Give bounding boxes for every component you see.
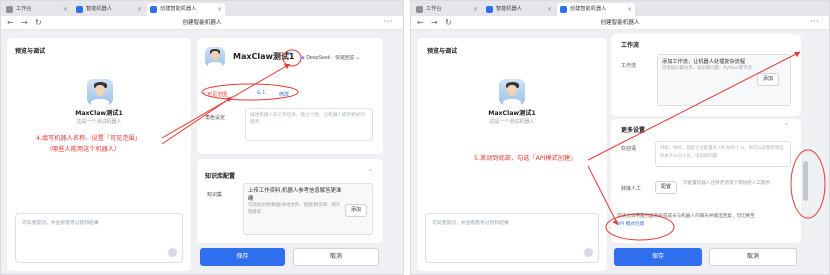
preview-bot-desc: 这是一个测试机器人 [489,119,535,125]
bot-avatar [499,79,525,105]
kb-add-button[interactable]: 添加 [345,204,367,217]
workbench-favicon-icon [416,6,423,13]
close-icon[interactable]: × [627,3,632,16]
close-icon[interactable]: × [473,3,478,16]
send-icon[interactable] [584,248,593,257]
tab-bar: 工作台 × 智能机器人 × 创建智能机器人 × [411,1,829,16]
send-icon[interactable] [168,248,177,257]
tab-create-robot[interactable]: 创建智能机器人 × [147,3,225,16]
save-button[interactable]: 保存 [614,248,702,266]
right-browser-window: 工作台 × 智能机器人 × 创建智能机器人 × ← → ↻ 创建智能机器人 ··… [410,0,830,275]
workbench-favicon-icon [6,6,13,13]
tab-smart-robot[interactable]: 智能机器人 × [483,3,555,16]
annotation-step5: 5.滚动到底部，勾选「API模式创建」 [474,155,577,162]
close-icon[interactable]: × [137,3,142,16]
annotation-step4-sub: （哪些人能用这个机器人） [46,146,121,153]
config-bot-avatar[interactable] [205,47,225,67]
close-icon[interactable]: × [547,3,552,16]
tab-create-robot[interactable]: 创建智能机器人 × [557,3,635,16]
robot-favicon-icon [560,6,567,13]
chat-placeholder: 可向我提问，并查看思考过程和结果 [432,221,509,226]
preview-bot-desc: 这是一个测试机器人 [76,119,122,125]
bot-name-input[interactable]: MaxClaw测试1 [233,51,295,62]
visibility-value: & 1 [257,91,266,96]
transfer-label: 转接人工 [621,186,642,192]
page-title: 创建智能机器人 [182,20,222,26]
workflow-title: 工作流 [621,42,640,49]
visibility-modify-link[interactable]: 修改 [279,91,289,98]
tab-bar: 工作台 × 智能机器人 × 创建智能机器人 × [1,1,403,16]
workflow-label: 工作流 [621,63,637,69]
collapse-icon[interactable]: ⌃ [368,169,373,176]
more-icon[interactable]: ··· [384,16,393,28]
more-settings-title: 更多设置 [621,127,646,134]
workflow-panel: 工作流 工作流 添加工作流，让机器人处理复杂流程 可添加问题分步、知识库问题、P… [611,34,801,116]
annotation-step4: 4.填写机器人名称、设置「可见范围」 [36,135,141,142]
robot-favicon-icon [150,6,157,13]
knowledge-panel: 知识库配置 ⌃ 知识集 上传工作资料,机器人参考信息解答更准确 可添加文档/数据… [197,159,383,243]
preview-bot-name: MaxClaw测试1 [488,110,536,117]
nav-bar: ← → ↻ 创建智能机器人 ··· [1,16,403,30]
visibility-label: * 可见范围 [203,92,228,98]
page-title: 创建智能机器人 [600,20,640,26]
api-mode-link[interactable]: API 模式创建 [617,222,644,227]
kb-label: 知识集 [207,192,223,198]
collapse-icon[interactable]: ⌃ [784,123,789,130]
welcome-textarea[interactable]: 例如：你好，我是企业配置的 HR 助手小 H，你可以向我咨询任何关于公司人员、培… [655,141,791,167]
scrollbar-track[interactable] [803,41,808,241]
chat-input[interactable]: 可向我提问，并查看思考过程和结果 [15,213,183,263]
role-textarea[interactable]: 描述机器人的工作任务、能力个性、让机器人提供更好的服务 [245,108,373,141]
role-label: 角色设定 [205,115,226,121]
close-icon[interactable]: × [217,3,222,16]
model-selector[interactable]: ◈ DeepSeek · 快速回答 ⌄ [301,54,360,61]
tab-workbench[interactable]: 工作台 × [3,3,71,16]
scrollbar-thumb[interactable] [803,161,808,201]
kb-title: 知识库配置 [205,173,236,180]
transfer-config-button[interactable]: 配置 [655,181,677,194]
close-icon[interactable]: × [63,3,68,16]
workflow-add-button[interactable]: 添加 [757,73,779,86]
bot-avatar [87,79,113,105]
preview-panel: 预览与调试 MaxClaw测试1 这是一个测试机器人 可向我提问，并查看思考过程… [7,38,191,271]
welcome-label: 欢迎语 [621,146,637,152]
tab-smart-robot[interactable]: 智能机器人 × [73,3,145,16]
nav-bar: ← → ↻ 创建智能机器人 ··· [411,16,829,30]
more-icon[interactable]: ··· [810,16,819,28]
preview-bot-name: MaxClaw测试1 [75,110,123,117]
preview-title: 预览与调试 [427,48,458,55]
transfer-desc: 可配置机器人在特定场景下转接给人工服务 [683,181,771,186]
cancel-button[interactable]: 取消 [709,248,797,266]
preview-title: 预览与调试 [15,48,46,55]
robot-favicon-icon [486,6,493,13]
robot-favicon-icon [76,6,83,13]
chat-placeholder: 可向我提问，并查看思考过程和结果 [22,221,99,226]
cancel-button[interactable]: 取消 [293,248,379,266]
chat-input[interactable]: 可向我提问，并查看思考过程和结果 [425,213,599,263]
more-settings-panel: 更多设置 ⌃ 欢迎语 例如：你好，我是企业配置的 HR 助手小 H，你可以向我咨… [611,119,801,243]
pencil-icon[interactable]: ✎ [288,51,293,58]
api-mode-notice: 可通过调用服务器系统或成员与机器人的聊天并输出回复，可切换至 API 模式创建 [617,214,755,227]
basic-config-panel: MaxClaw测试1 ✎ ◈ DeepSeek · 快速回答 ⌄ * 可见范围 … [197,38,383,154]
save-button[interactable]: 保存 [200,248,285,266]
tab-workbench[interactable]: 工作台 × [413,3,481,16]
